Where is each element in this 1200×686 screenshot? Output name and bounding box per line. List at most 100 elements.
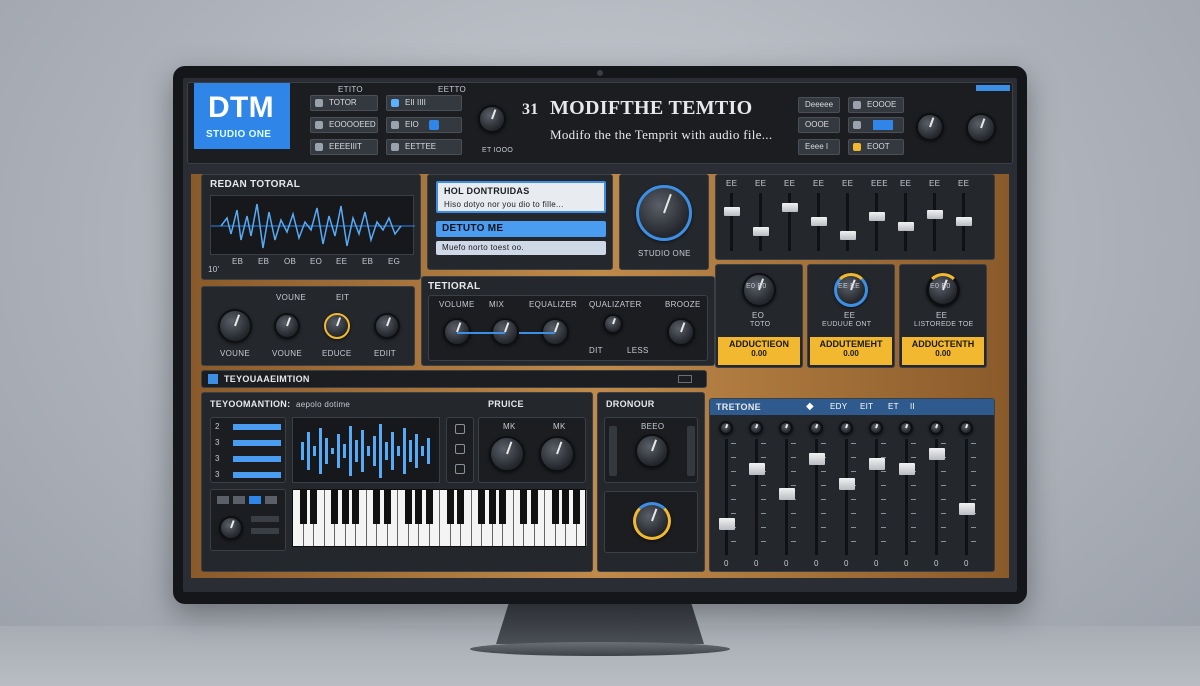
dronour-main-knob[interactable] [633, 502, 671, 540]
header-button-5[interactable]: EIO [386, 117, 462, 133]
mixer-pan-knob[interactable] [929, 421, 943, 435]
top-fader-handle[interactable] [811, 217, 827, 226]
mixer-tab-3[interactable]: ET [888, 402, 899, 411]
arm-icon[interactable] [455, 464, 465, 474]
adjust-knob[interactable] [742, 273, 776, 307]
highlight-button[interactable]: DETUTO ME [436, 221, 606, 237]
top-fader-handle[interactable] [956, 217, 972, 226]
tetoral-broze-knob[interactable] [667, 318, 695, 346]
header-button-6[interactable]: EETTEE [386, 139, 462, 155]
track-bar-4[interactable] [233, 472, 281, 478]
mixer-pan-knob[interactable] [719, 421, 733, 435]
mixer-fader-handle[interactable] [809, 453, 825, 465]
track-bar-1[interactable] [233, 424, 281, 430]
white-key[interactable] [535, 490, 545, 546]
forward-icon[interactable] [265, 496, 277, 504]
header-button-4[interactable]: EII IIII [386, 95, 462, 111]
dronour-slider[interactable] [609, 426, 617, 476]
mixer-tab-2[interactable]: EIT [860, 402, 873, 411]
volume-knob-2[interactable] [274, 313, 300, 339]
transport-slider-2[interactable] [251, 528, 279, 534]
white-key[interactable] [503, 490, 514, 546]
mixer-fader-handle[interactable] [839, 478, 855, 490]
mixer-pan-knob[interactable] [809, 421, 823, 435]
top-fader-handle[interactable] [898, 221, 914, 231]
rewind-icon[interactable] [217, 496, 229, 504]
header-button-8[interactable]: EOOOE [848, 97, 904, 113]
play-icon[interactable] [249, 496, 261, 504]
transport-knob[interactable] [219, 516, 243, 540]
dronour-panel: DRONOUR BEEO [597, 392, 705, 572]
header-knob[interactable] [478, 105, 506, 133]
adjust-knob[interactable] [926, 273, 960, 307]
solo-icon[interactable] [455, 444, 465, 454]
fader-tick [971, 443, 976, 444]
mk-knob-2[interactable] [539, 436, 575, 472]
mixer-tab-1[interactable]: EDY [830, 402, 847, 411]
bottom-waveform[interactable] [292, 417, 440, 483]
white-key[interactable] [356, 490, 367, 546]
mixer-fader-handle[interactable] [719, 518, 735, 530]
mixer-fader-handle[interactable] [959, 503, 975, 515]
fader-tick [881, 485, 886, 486]
white-key[interactable] [577, 490, 587, 546]
mixer-tab-4[interactable]: II [910, 402, 915, 411]
top-fader-handle[interactable] [753, 226, 769, 236]
header-button-1[interactable]: TOTOR [310, 95, 378, 111]
mixer-pan-knob[interactable] [839, 421, 853, 435]
white-key[interactable] [430, 490, 440, 546]
header-button-7[interactable]: Deeeee [798, 97, 840, 113]
transport-slider-1[interactable] [251, 516, 279, 522]
fader-tick [731, 471, 736, 472]
adjust-knob[interactable] [834, 273, 868, 307]
mixer-pan-knob[interactable] [779, 421, 793, 435]
header-button-9[interactable]: OOOE [798, 117, 840, 133]
adjust-button[interactable]: ADDUTEMEHT 0.00 [810, 337, 892, 365]
mixer-pan-knob[interactable] [749, 421, 763, 435]
top-fader-handle[interactable] [840, 231, 856, 241]
educe-knob[interactable] [324, 313, 350, 339]
adjust-button[interactable]: ADDUCTIEON 0.00 [718, 337, 800, 365]
header-knob-right-2[interactable] [966, 113, 996, 143]
arrows-icon[interactable]: ◆ [806, 401, 814, 412]
mixer-fader-handle[interactable] [899, 463, 915, 475]
mixer-fader-handle[interactable] [749, 463, 765, 475]
fader-tick [941, 541, 946, 542]
stop-icon[interactable] [233, 496, 245, 504]
piano-keyboard[interactable] [292, 489, 587, 547]
white-key[interactable] [388, 490, 398, 546]
mk-knob-1[interactable] [489, 436, 525, 472]
mixer-pan-knob[interactable] [899, 421, 913, 435]
tetoral-qual-knob[interactable] [603, 314, 623, 334]
track-bar-2[interactable] [233, 440, 281, 446]
waveform-display[interactable] [210, 195, 415, 255]
white-key[interactable] [314, 490, 325, 546]
mixer-pan-knob[interactable] [959, 421, 973, 435]
header-button-10[interactable] [848, 117, 904, 133]
mixer-fader-handle[interactable] [779, 488, 795, 500]
header-button-2[interactable]: EOOOOEED [310, 117, 378, 133]
studio-knob[interactable] [636, 185, 692, 241]
dronour-knob[interactable] [635, 434, 669, 468]
header-knob-right-1[interactable] [916, 113, 944, 141]
track-bar-3[interactable] [233, 456, 281, 462]
fader-tick [731, 443, 736, 444]
white-key[interactable] [461, 490, 472, 546]
mixer-fader-handle[interactable] [869, 458, 885, 470]
minimize-icon[interactable] [678, 375, 692, 383]
knob-caption-2: VOUNE [272, 349, 302, 358]
header-button-3[interactable]: EEEEIIIT [310, 139, 378, 155]
top-fader-handle[interactable] [782, 202, 798, 212]
mixer-pan-knob[interactable] [869, 421, 883, 435]
volume-knob[interactable] [218, 309, 252, 343]
mute-icon[interactable] [455, 424, 465, 434]
header-button-11[interactable]: Eeee I [798, 139, 840, 155]
top-fader-handle[interactable] [927, 209, 943, 219]
top-fader-handle[interactable] [869, 212, 885, 222]
header-button-12[interactable]: EOOT [848, 139, 904, 155]
edit-knob[interactable] [374, 313, 400, 339]
adjust-button[interactable]: ADDUCTENTH 0.00 [902, 337, 984, 365]
mixer-fader-handle[interactable] [929, 448, 945, 460]
top-fader-handle[interactable] [724, 207, 740, 217]
mixer-header: TRETONE ◆ EDY EIT ET II [710, 399, 994, 415]
